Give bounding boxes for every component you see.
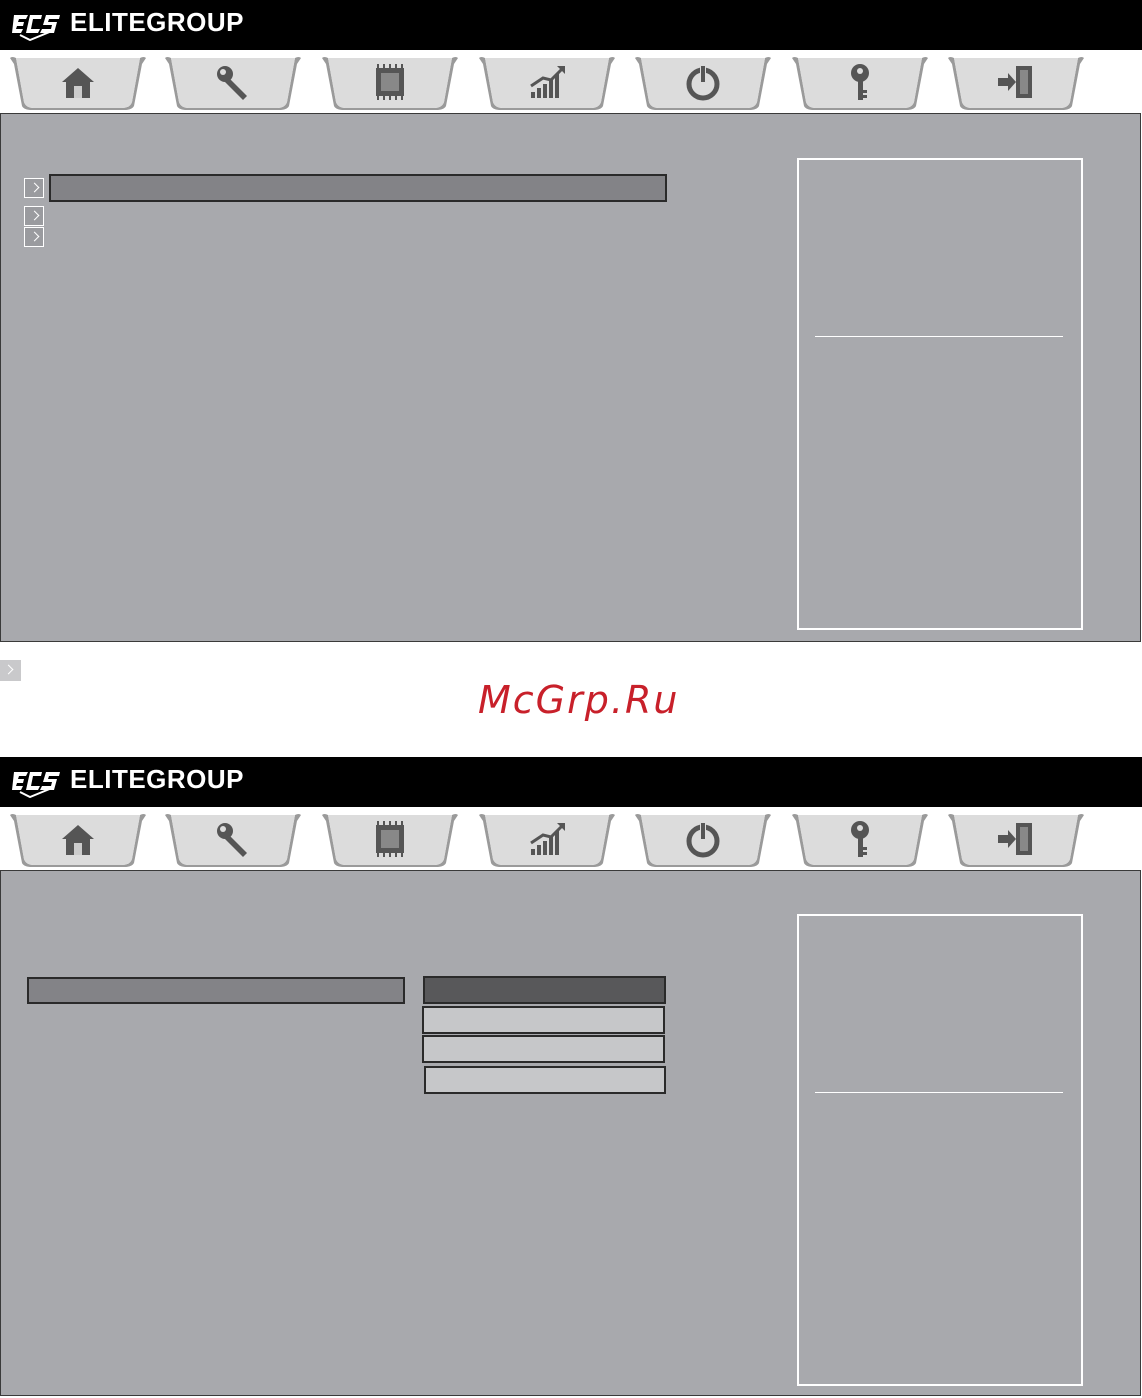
tab-main[interactable] bbox=[8, 54, 148, 110]
tab-exit[interactable] bbox=[946, 811, 1086, 867]
tab-strip bbox=[0, 807, 1142, 869]
key-icon bbox=[851, 64, 869, 100]
selected-setting-item[interactable] bbox=[27, 977, 405, 1004]
submenu-arrow-icon[interactable] bbox=[24, 178, 44, 198]
option-selected[interactable] bbox=[423, 976, 666, 1004]
bios-screen-1: ELITEGROUP bbox=[0, 0, 1142, 642]
option-item[interactable] bbox=[422, 1035, 665, 1063]
power-icon bbox=[686, 64, 720, 101]
tab-exit[interactable] bbox=[946, 54, 1086, 110]
power-icon bbox=[686, 821, 720, 858]
tab-advanced[interactable] bbox=[163, 811, 303, 867]
chip-icon bbox=[376, 821, 404, 857]
brand-name: ELITEGROUP bbox=[70, 7, 245, 37]
title-bar: ELITEGROUP bbox=[0, 0, 1142, 50]
help-divider bbox=[815, 336, 1063, 337]
tab-advanced[interactable] bbox=[163, 54, 303, 110]
main-panel bbox=[0, 113, 1141, 642]
main-panel bbox=[0, 870, 1141, 1396]
exit-icon bbox=[998, 66, 1032, 98]
tab-mib[interactable] bbox=[477, 54, 617, 110]
home-icon bbox=[62, 825, 94, 855]
tab-mib[interactable] bbox=[477, 811, 617, 867]
submenu-arrow-icon[interactable] bbox=[24, 206, 44, 226]
chart-icon bbox=[530, 823, 565, 855]
tab-strip bbox=[0, 50, 1142, 112]
wrench-icon bbox=[217, 66, 247, 100]
watermark: McGrp.Ru bbox=[478, 678, 680, 722]
option-item[interactable] bbox=[422, 1006, 665, 1034]
title-bar: ELITEGROUP bbox=[0, 757, 1142, 807]
bios-screen-2: ELITEGROUP bbox=[0, 757, 1142, 1398]
tab-main[interactable] bbox=[8, 811, 148, 867]
submenu-arrow-icon bbox=[0, 660, 21, 681]
help-panel bbox=[797, 158, 1083, 630]
chip-icon bbox=[376, 64, 404, 100]
brand-name: ELITEGROUP bbox=[70, 764, 245, 794]
wrench-icon bbox=[217, 823, 247, 857]
selected-menu-item[interactable] bbox=[49, 174, 667, 202]
help-panel bbox=[797, 914, 1083, 1386]
tab-security[interactable] bbox=[790, 811, 930, 867]
submenu-arrow-icon[interactable] bbox=[24, 227, 44, 247]
tab-security[interactable] bbox=[790, 54, 930, 110]
key-icon bbox=[851, 821, 869, 857]
tab-chipset[interactable] bbox=[320, 811, 460, 867]
home-icon bbox=[62, 68, 94, 98]
ecs-logo-icon bbox=[12, 15, 60, 41]
tab-boot[interactable] bbox=[633, 54, 773, 110]
help-divider bbox=[815, 1092, 1063, 1093]
exit-icon bbox=[998, 823, 1032, 855]
ecs-logo-icon bbox=[12, 772, 60, 798]
tab-chipset[interactable] bbox=[320, 54, 460, 110]
option-item[interactable] bbox=[424, 1066, 666, 1094]
tab-boot[interactable] bbox=[633, 811, 773, 867]
chart-icon bbox=[530, 66, 565, 98]
